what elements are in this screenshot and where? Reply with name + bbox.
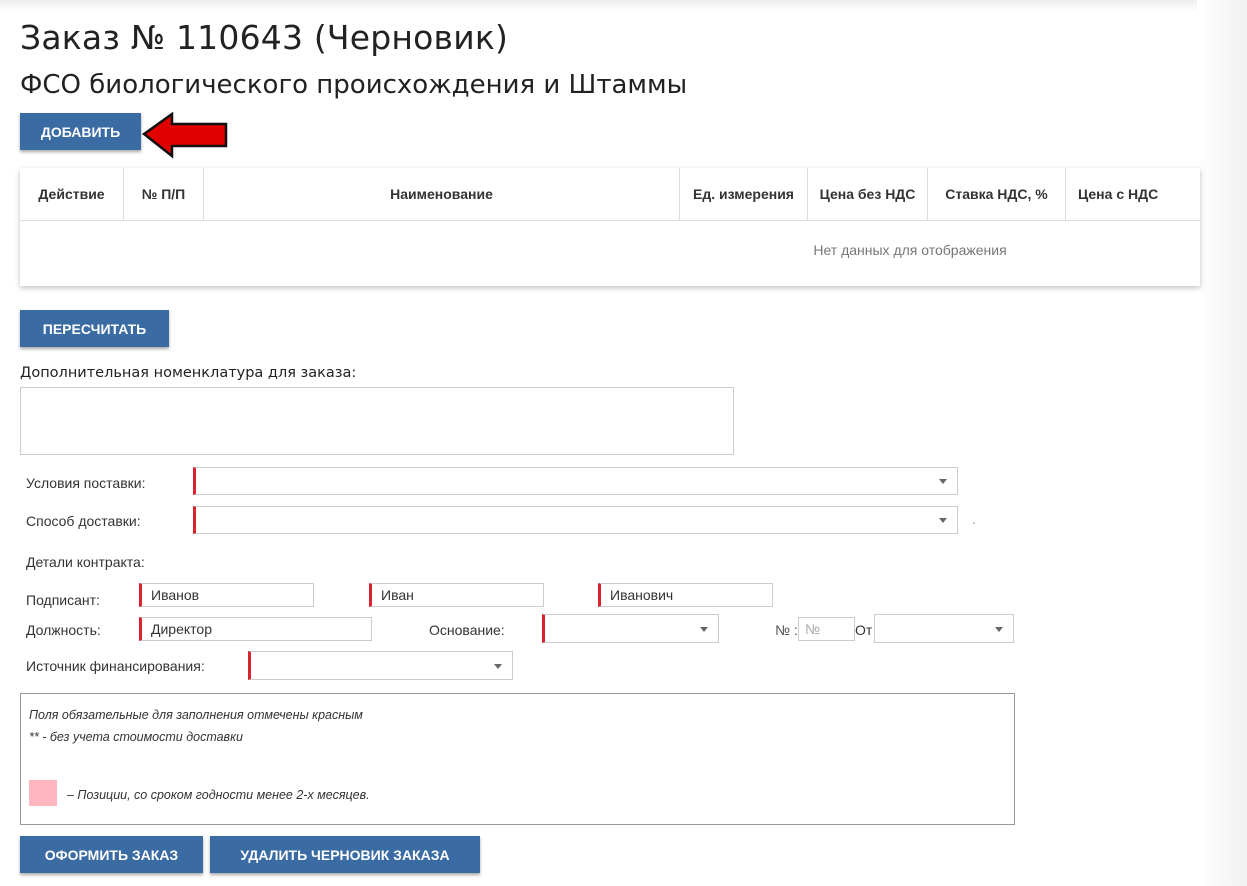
funding-source-select[interactable] bbox=[248, 651, 513, 680]
signer-label: Подписант: bbox=[26, 592, 100, 608]
contract-details-label: Детали контракта: bbox=[26, 554, 145, 570]
delivery-cost-note: ** - без учета стоимости доставки bbox=[29, 730, 243, 744]
column-header-number[interactable]: № П/П bbox=[124, 168, 204, 220]
basis-label: Основание: bbox=[429, 622, 505, 638]
top-shadow bbox=[0, 0, 1247, 12]
submit-order-button[interactable]: ОФОРМИТЬ ЗАКАЗ bbox=[20, 836, 203, 873]
column-header-name[interactable]: Наименование bbox=[204, 168, 680, 220]
page-subtitle: ФСО биологического происхождения и Штамм… bbox=[20, 70, 688, 100]
page-title: Заказ № 110643 (Черновик) bbox=[20, 18, 509, 57]
position-input[interactable]: Директор bbox=[139, 617, 372, 641]
date-from-select[interactable] bbox=[874, 614, 1014, 643]
signer-first-name-input[interactable]: Иван bbox=[369, 583, 544, 607]
extra-items-textarea[interactable] bbox=[20, 387, 734, 455]
chevron-down-icon bbox=[995, 626, 1003, 632]
column-header-price-with-vat[interactable]: Цена с НДС bbox=[1066, 168, 1200, 220]
add-button[interactable]: ДОБАВИТЬ bbox=[20, 113, 141, 150]
red-arrow-icon bbox=[142, 112, 228, 159]
position-label: Должность: bbox=[26, 622, 101, 638]
from-label: От bbox=[855, 622, 873, 638]
funding-source-label: Источник финансирования: bbox=[26, 658, 205, 674]
extra-items-label: Дополнительная номенклатура для заказа: bbox=[20, 365, 357, 381]
info-box: Поля обязательные для заполнения отмечен… bbox=[20, 693, 1015, 825]
right-shadow bbox=[1197, 0, 1247, 886]
signer-middle-name-input[interactable]: Иванович bbox=[598, 583, 773, 607]
expiry-color-swatch bbox=[29, 780, 57, 806]
number-input[interactable]: № bbox=[798, 617, 855, 641]
expiry-legend-note: – Позиции, со сроком годности менее 2-х … bbox=[67, 788, 370, 802]
signer-last-name-value: Иванов bbox=[151, 587, 200, 603]
number-placeholder: № bbox=[805, 621, 821, 637]
recalculate-button[interactable]: ПЕРЕСЧИТАТЬ bbox=[20, 310, 169, 347]
column-header-action[interactable]: Действие bbox=[20, 168, 124, 220]
column-header-price-no-vat[interactable]: Цена без НДС bbox=[808, 168, 928, 220]
position-value: Директор bbox=[151, 621, 212, 637]
grid-header: Действие № П/П Наименование Ед. измерени… bbox=[20, 168, 1200, 221]
delivery-method-select[interactable] bbox=[193, 506, 958, 534]
chevron-down-icon bbox=[700, 626, 708, 632]
trailing-dot: . bbox=[972, 511, 976, 527]
delivery-terms-select[interactable] bbox=[193, 467, 958, 495]
grid-empty-message: Нет данных для отображения bbox=[813, 242, 1007, 258]
delete-draft-button[interactable]: УДАЛИТЬ ЧЕРНОВИК ЗАКАЗА bbox=[210, 836, 480, 873]
delivery-method-label: Способ доставки: bbox=[26, 513, 141, 529]
number-label: № : bbox=[775, 622, 798, 638]
basis-select[interactable] bbox=[542, 614, 719, 643]
items-grid: Действие № П/П Наименование Ед. измерени… bbox=[20, 168, 1200, 286]
signer-first-name-value: Иван bbox=[381, 587, 414, 603]
chevron-down-icon bbox=[494, 663, 502, 669]
signer-middle-name-value: Иванович bbox=[610, 587, 674, 603]
required-fields-note: Поля обязательные для заполнения отмечен… bbox=[29, 708, 363, 722]
column-header-unit[interactable]: Ед. измерения bbox=[680, 168, 808, 220]
chevron-down-icon bbox=[939, 518, 947, 523]
signer-last-name-input[interactable]: Иванов bbox=[139, 583, 314, 607]
chevron-down-icon bbox=[939, 479, 947, 484]
delivery-terms-label: Условия поставки: bbox=[26, 475, 146, 491]
column-header-vat-rate[interactable]: Ставка НДС, % bbox=[928, 168, 1066, 220]
